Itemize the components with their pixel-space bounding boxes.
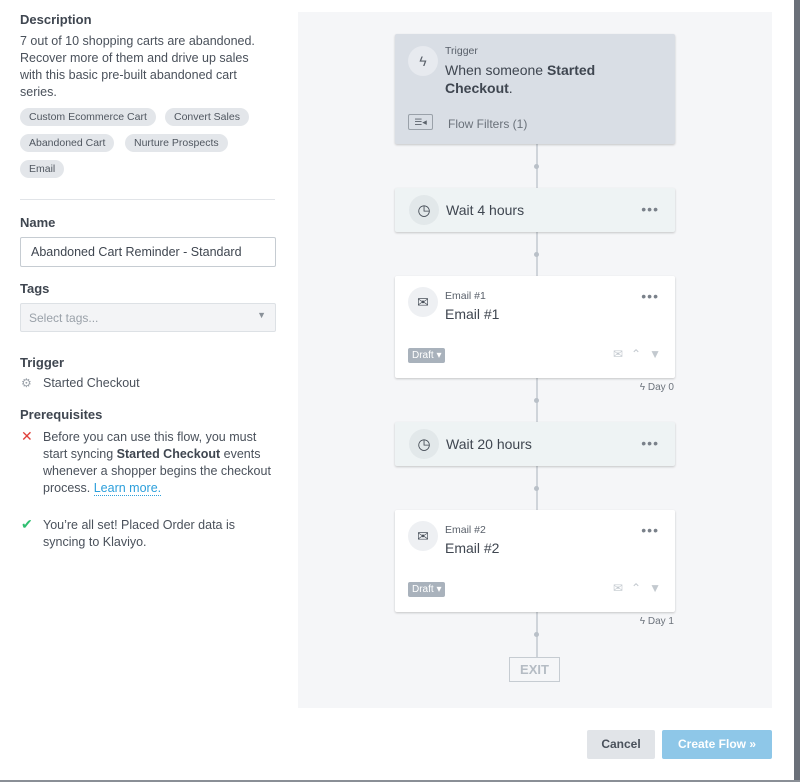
x-icon: ✕	[21, 428, 33, 444]
day-label: ϟ Day 0	[639, 382, 674, 393]
connector-dot	[534, 486, 539, 491]
trend-icon[interactable]: ⌃	[631, 581, 641, 595]
description-label: Description	[20, 12, 92, 27]
gears-icon: ⚙	[21, 376, 32, 390]
wait-card[interactable]: ◷ Wait 20 hours •••	[395, 422, 675, 466]
filter-icon[interactable]: ☰◂	[408, 114, 433, 130]
name-input[interactable]	[20, 237, 276, 267]
wait-label: Wait 20 hours	[446, 436, 532, 452]
wait-label: Wait 4 hours	[446, 202, 525, 218]
email-check-icon[interactable]: ✉	[613, 347, 623, 361]
exit-node: EXIT	[509, 657, 560, 682]
filter-funnel-icon[interactable]: ▼	[649, 581, 661, 595]
check-icon: ✔	[21, 516, 33, 532]
trigger-card[interactable]: ϟ Trigger When someone Started Checkout.…	[395, 34, 675, 144]
email-actions: ✉ ⌃ ▼	[613, 347, 661, 361]
backdrop-edge	[794, 0, 800, 782]
more-icon[interactable]: •••	[641, 435, 659, 451]
lightning-icon: ϟ	[408, 46, 438, 76]
status-label: Draft	[412, 350, 434, 361]
tag-chip: Email	[20, 160, 65, 178]
trigger-label: Trigger	[20, 355, 65, 370]
email-small-label: Email #2	[445, 524, 486, 536]
learn-more-link[interactable]: Learn more.	[93, 481, 162, 496]
tag-chip: Convert Sales	[165, 108, 249, 126]
day-text: Day 0	[647, 382, 674, 393]
prereq-fail-text: Before you can use this flow, you must s…	[43, 429, 278, 497]
clock-icon: ◷	[409, 429, 439, 459]
trigger-small-label: Trigger	[445, 45, 478, 57]
tag-chip: Custom Ecommerce Cart	[20, 108, 156, 126]
envelope-icon: ✉	[408, 521, 438, 551]
prereq-ok-text: You’re all set! Placed Order data is syn…	[43, 518, 236, 549]
email-actions: ✉ ⌃ ▼	[613, 581, 661, 595]
email-small-label: Email #1	[445, 290, 486, 302]
status-label: Draft	[412, 584, 434, 595]
envelope-icon: ✉	[408, 287, 438, 317]
prerequisites-label: Prerequisites	[20, 407, 103, 422]
create-flow-button[interactable]: Create Flow »	[662, 730, 772, 759]
email-card[interactable]: ✉ Email #1 Email #1 ••• Draft ▾ ✉ ⌃ ▼	[395, 276, 675, 378]
connector-dot	[534, 252, 539, 257]
trigger-value: Started Checkout	[43, 376, 140, 390]
tag-chip: Abandoned Cart	[20, 134, 115, 152]
tags-label: Tags	[20, 281, 50, 296]
connector-dot	[534, 164, 539, 169]
trigger-text: .	[508, 80, 513, 96]
flow-filters[interactable]: Flow Filters (1)	[448, 117, 527, 131]
chevron-down-icon: ▼	[257, 310, 266, 320]
more-icon[interactable]: •••	[641, 201, 659, 217]
connector-dot	[534, 632, 539, 637]
wait-card[interactable]: ◷ Wait 4 hours •••	[395, 188, 675, 232]
trigger-text: When someone	[445, 62, 547, 78]
more-icon[interactable]: •••	[641, 522, 659, 538]
description-text: 7 out of 10 shopping carts are abandoned…	[20, 34, 255, 99]
tags-placeholder: Select tags...	[29, 311, 99, 325]
clock-icon: ◷	[409, 195, 439, 225]
tag-chip: Nurture Prospects	[125, 134, 228, 152]
day-text: Day 1	[647, 616, 674, 627]
more-icon[interactable]: •••	[641, 288, 659, 304]
tags-select[interactable]: Select tags... ▼	[20, 303, 276, 332]
day-label: ϟ Day 1	[639, 616, 674, 627]
name-label: Name	[20, 215, 56, 230]
trigger-title: When someone Started Checkout.	[445, 61, 655, 97]
status-dropdown[interactable]: Draft ▾	[408, 348, 446, 363]
filter-funnel-icon[interactable]: ▼	[649, 347, 661, 361]
email-card[interactable]: ✉ Email #2 Email #2 ••• Draft ▾ ✉ ⌃ ▼	[395, 510, 675, 612]
connector-dot	[534, 398, 539, 403]
status-dropdown[interactable]: Draft ▾	[408, 582, 446, 597]
divider	[20, 199, 275, 200]
prereq-event: Started Checkout	[116, 447, 221, 461]
cancel-button[interactable]: Cancel	[587, 730, 655, 759]
trend-icon[interactable]: ⌃	[631, 347, 641, 361]
email-title: Email #1	[445, 306, 500, 322]
email-title: Email #2	[445, 540, 500, 556]
email-check-icon[interactable]: ✉	[613, 581, 623, 595]
